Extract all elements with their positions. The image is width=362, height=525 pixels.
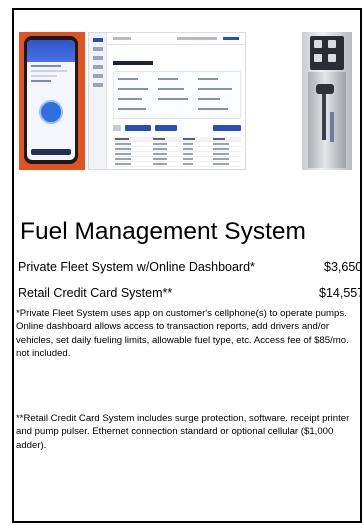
- dashboard-topbar: [107, 33, 245, 45]
- product-price: $14,557: [319, 286, 362, 300]
- pump-hose: [322, 94, 326, 140]
- pump-card-reader: [310, 36, 344, 70]
- phone-device: [24, 36, 78, 164]
- product-price: $3,650: [324, 260, 362, 274]
- footnote-retail: **Retail Credit Card System includes sur…: [16, 413, 350, 451]
- page-title: Fuel Management System: [20, 218, 306, 245]
- fuel-pump-photo: [302, 32, 352, 170]
- dashboard-summary-card: [113, 71, 241, 119]
- phone-app-photo: [19, 32, 85, 170]
- dashboard-title: [113, 61, 153, 65]
- product-row-retail: Retail Credit Card System** $14,557: [18, 286, 362, 300]
- dashboard-transaction-table: [113, 137, 241, 167]
- product-name: Private Fleet System w/Online Dashboard*: [18, 260, 255, 274]
- product-name: Retail Credit Card System**: [18, 286, 173, 300]
- product-sheet: Fuel Management System Private Fleet Sys…: [12, 8, 362, 523]
- pump-nozzle-icon: [316, 84, 334, 94]
- footnote-fleet: *Private Fleet System uses app on custom…: [16, 308, 349, 359]
- dashboard-filter-bar: [113, 125, 241, 131]
- product-row-fleet: Private Fleet System w/Online Dashboard*…: [18, 260, 362, 274]
- phone-nav-bar: [31, 149, 71, 155]
- pump-decal: [330, 112, 334, 142]
- phone-app-header: [27, 40, 75, 62]
- online-dashboard-screenshot: [88, 32, 246, 170]
- dashboard-sidebar: [89, 33, 107, 169]
- phone-screen: [27, 40, 75, 160]
- fuel-button-icon: [39, 100, 63, 124]
